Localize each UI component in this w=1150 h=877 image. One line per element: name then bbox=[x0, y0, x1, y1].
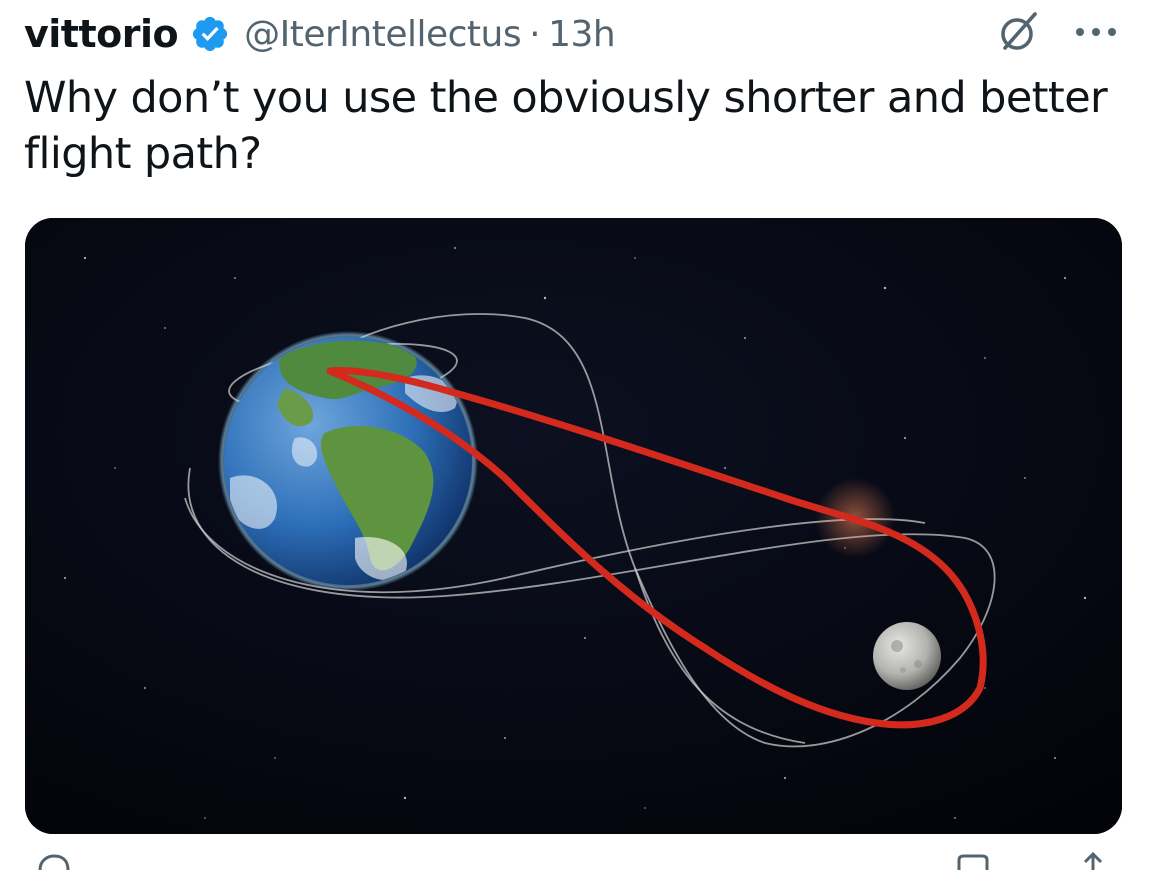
space-background bbox=[25, 218, 1122, 834]
earth-moon-trajectory-image bbox=[25, 218, 1122, 834]
tweet-meta: @IterIntellectus · 13h bbox=[244, 13, 616, 55]
tweet-header: vittorio @IterIntellectus · 13h bbox=[24, 6, 616, 62]
reply-icon[interactable] bbox=[36, 852, 72, 872]
share-icon[interactable] bbox=[1075, 851, 1111, 872]
verified-badge-icon[interactable] bbox=[190, 14, 230, 54]
bookmark-icon[interactable] bbox=[955, 852, 991, 872]
grok-icon[interactable] bbox=[995, 8, 1043, 56]
tweet-timestamp[interactable]: 13h bbox=[548, 14, 616, 55]
tweet-text: Why don’t you use the obviously shorter … bbox=[24, 73, 1108, 179]
author-display-name[interactable]: vittorio bbox=[24, 12, 179, 56]
more-icon[interactable] bbox=[1070, 16, 1122, 48]
tweet-photo[interactable] bbox=[25, 218, 1122, 834]
moon-illustration bbox=[873, 622, 941, 690]
author-handle[interactable]: @IterIntellectus bbox=[244, 14, 522, 55]
meta-separator: · bbox=[529, 13, 541, 55]
tweet: vittorio @IterIntellectus · 13h Why don’t … bbox=[0, 0, 1150, 871]
